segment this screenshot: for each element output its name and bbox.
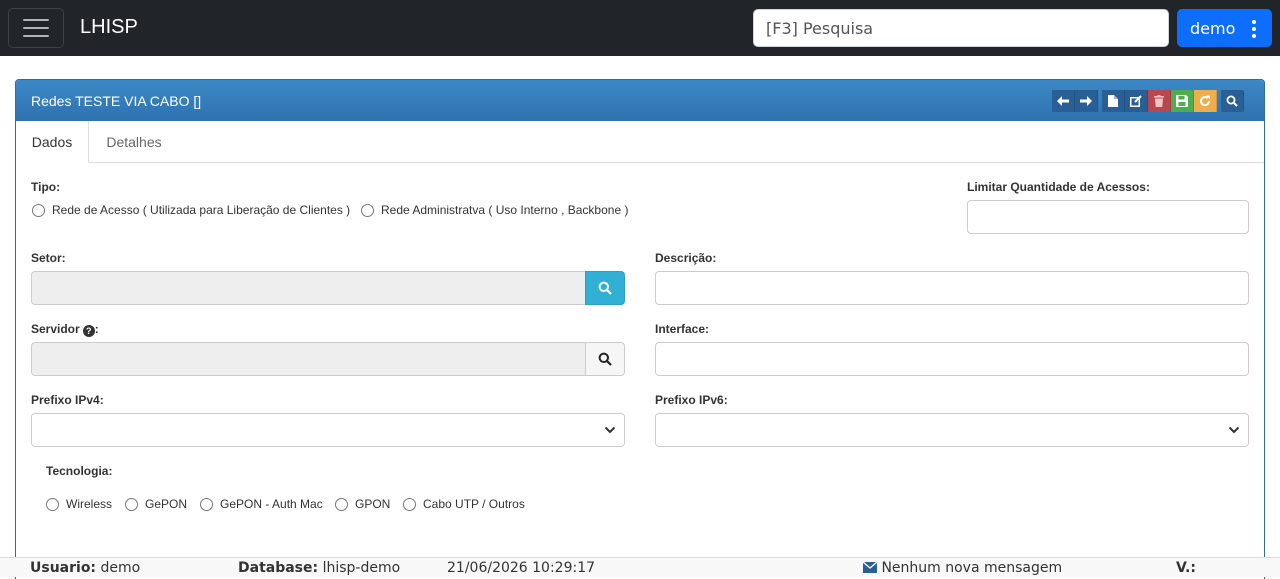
footer-version-label: V.: xyxy=(1176,560,1196,576)
search-icon xyxy=(1226,95,1238,107)
radio-label: Rede de Acesso ( Utilizada para Liberaçã… xyxy=(52,202,351,217)
radio-label: Wireless xyxy=(66,496,113,511)
reload-record-button[interactable] xyxy=(1194,90,1217,112)
descricao-label: Descrição: xyxy=(655,251,717,265)
radio-label: Rede Administratva ( Uso Interno , Backb… xyxy=(381,202,629,217)
user-menu-label: demo xyxy=(1190,18,1236,38)
radio-circle[interactable] xyxy=(403,498,416,511)
footer-datetime: 21/06/2026 10:29:17 xyxy=(447,560,596,576)
setor-input[interactable] xyxy=(31,271,586,305)
radio-circle[interactable] xyxy=(46,498,59,511)
tipo-label: Tipo: xyxy=(31,180,61,194)
prefixo-ipv6-select[interactable] xyxy=(655,413,1249,447)
chevron-down-icon xyxy=(604,426,616,434)
setor-label: Setor: xyxy=(31,251,66,265)
arrow-left-icon xyxy=(1057,96,1069,106)
tecnologia-radio-gepon[interactable]: GePON xyxy=(125,496,187,511)
global-search-input[interactable] xyxy=(753,9,1169,47)
user-menu-button[interactable]: demo xyxy=(1177,9,1272,47)
help-circle-icon[interactable]: ? xyxy=(82,325,95,337)
arrow-right-icon xyxy=(1080,96,1092,106)
servidor-search-button[interactable] xyxy=(585,342,625,376)
prefixo-ipv4-label: Prefixo IPv4: xyxy=(31,393,104,407)
top-navbar: LHISP demo xyxy=(0,0,1280,56)
radio-label: GPON xyxy=(355,496,391,511)
footer-usuario-label: Usuario: xyxy=(30,560,97,576)
servidor-label-text: Servidor xyxy=(31,322,80,336)
tab-dados[interactable]: Dados xyxy=(16,121,89,163)
radio-label: Cabo UTP / Outros xyxy=(423,496,525,511)
footer-database: Database: lhisp-demo xyxy=(238,560,400,576)
setor-search-button[interactable] xyxy=(585,271,625,305)
search-icon xyxy=(598,281,612,295)
tab-detalhes[interactable]: Detalhes xyxy=(90,121,178,163)
footer-messages-text: Nenhum nova mensagem xyxy=(881,560,1063,576)
radio-circle[interactable] xyxy=(335,498,348,511)
radio-label: GePON - Auth Mac xyxy=(220,496,323,511)
envelope-icon xyxy=(862,561,878,573)
footer-usuario: Usuario: demo xyxy=(30,560,140,576)
footer-messages[interactable]: Nenhum nova mensagem xyxy=(862,560,1063,576)
edit-record-button[interactable] xyxy=(1125,90,1148,112)
footer-usuario-value: demo xyxy=(100,560,141,576)
tipo-radio-rede-administrativa[interactable]: Rede Administratva ( Uso Interno , Backb… xyxy=(361,202,628,217)
servidor-label-suffix: : xyxy=(94,322,99,336)
tecnologia-radio-wireless[interactable]: Wireless xyxy=(46,496,112,511)
brand-title[interactable]: LHISP xyxy=(80,16,138,39)
tipo-radio-rede-acesso[interactable]: Rede de Acesso ( Utilizada para Liberaçã… xyxy=(32,202,350,217)
kebab-menu-icon xyxy=(1252,20,1256,38)
hamburger-icon xyxy=(23,19,49,21)
radio-circle[interactable] xyxy=(32,204,45,217)
limitar-acessos-label: Limitar Quantidade de Acessos: xyxy=(967,180,1150,194)
save-icon xyxy=(1176,95,1188,107)
new-file-icon xyxy=(1108,95,1118,107)
interface-label: Interface: xyxy=(655,322,710,336)
prefixo-ipv6-label: Prefixo IPv6: xyxy=(655,393,728,407)
next-record-button[interactable] xyxy=(1075,90,1098,112)
radio-label: GePON xyxy=(145,496,188,511)
interface-input[interactable] xyxy=(655,342,1249,376)
network-form-panel: Redes TESTE VIA CABO [] Dados Detalhes T… xyxy=(15,79,1265,579)
delete-record-button[interactable] xyxy=(1148,90,1171,112)
descricao-input[interactable] xyxy=(655,271,1249,305)
save-record-button[interactable] xyxy=(1171,90,1194,112)
radio-circle[interactable] xyxy=(125,498,138,511)
panel-heading: Redes TESTE VIA CABO [] xyxy=(16,80,1264,121)
footer-version: V.: xyxy=(1176,560,1196,576)
new-record-button[interactable] xyxy=(1102,90,1125,112)
refresh-icon xyxy=(1200,95,1211,107)
status-footer: Usuario: demo Database: lhisp-demo 21/06… xyxy=(0,557,1280,577)
tecnologia-radio-gepon-auth-mac[interactable]: GePON - Auth Mac xyxy=(200,496,323,511)
tecnologia-radio-cabo-utp[interactable]: Cabo UTP / Outros xyxy=(403,496,525,511)
tecnologia-label: Tecnologia: xyxy=(46,464,113,478)
panel-title: Redes TESTE VIA CABO [] xyxy=(31,93,202,109)
prefixo-ipv4-select[interactable] xyxy=(31,413,625,447)
record-toolbar xyxy=(1052,90,1244,112)
servidor-label: Servidor?: xyxy=(31,322,99,337)
footer-database-label: Database: xyxy=(238,560,319,576)
tecnologia-radio-gpon[interactable]: GPON xyxy=(335,496,390,511)
edit-icon xyxy=(1130,95,1142,107)
limitar-acessos-input[interactable] xyxy=(967,200,1249,234)
search-icon xyxy=(598,352,612,366)
search-records-button[interactable] xyxy=(1221,90,1244,112)
servidor-input[interactable] xyxy=(31,342,586,376)
chevron-down-icon xyxy=(1228,426,1240,434)
menu-toggle-button[interactable] xyxy=(8,8,64,48)
footer-database-value: lhisp-demo xyxy=(322,560,401,576)
previous-record-button[interactable] xyxy=(1052,90,1075,112)
radio-circle[interactable] xyxy=(361,204,374,217)
radio-circle[interactable] xyxy=(200,498,213,511)
form-tabs: Dados Detalhes xyxy=(16,121,1264,163)
trash-icon xyxy=(1154,95,1164,107)
